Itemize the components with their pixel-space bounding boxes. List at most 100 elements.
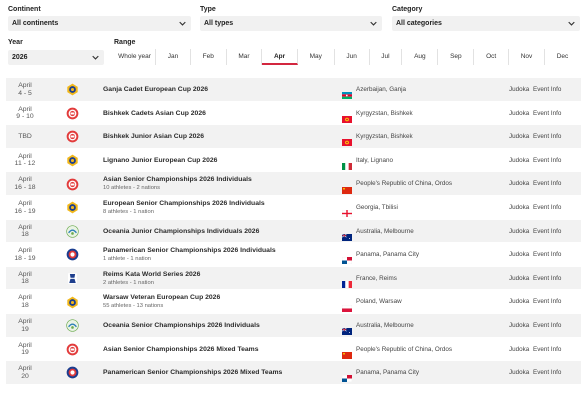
flag-cn-icon — [342, 181, 352, 194]
ejudo-icon — [66, 154, 79, 167]
judoka-link[interactable]: Judoka — [509, 172, 529, 196]
judoka-link[interactable]: Judoka — [509, 78, 529, 102]
asian-judo-icon — [66, 107, 79, 120]
oceania-judo-icon — [66, 319, 79, 332]
judoka-link[interactable]: Judoka — [509, 361, 529, 385]
judoka-link[interactable]: Judoka — [509, 125, 529, 149]
event-name[interactable]: Lignano Junior European Cup 2026 — [103, 149, 217, 173]
event-name[interactable]: Warsaw Veteran European Cup 2026 — [103, 294, 220, 301]
event-info-link[interactable]: Event Info — [533, 78, 561, 102]
flag-az-icon — [342, 86, 352, 100]
category-value: All categories — [396, 20, 442, 27]
event-location: Kyrgyzstan, Bishkek — [356, 133, 413, 141]
event-month: April — [18, 247, 32, 255]
event-days: 19 — [21, 325, 29, 333]
range-tab-sep[interactable]: Sep — [438, 49, 475, 65]
range-tab-mar[interactable]: Mar — [227, 49, 263, 65]
event-row[interactable]: April 9 - 10 Bishkek Cadets Asian Cup 2026… — [6, 102, 581, 126]
event-name[interactable]: Reims Kata World Series 2026 — [103, 271, 200, 278]
event-date: April 18 - 19 — [6, 247, 44, 262]
event-location: People's Republic of China, Ordos — [356, 180, 453, 188]
event-info-link[interactable]: Event Info — [533, 267, 561, 291]
ejudo-icon — [66, 296, 79, 309]
continent-value: All continents — [12, 20, 59, 27]
judoka-link[interactable]: Judoka — [509, 102, 529, 126]
range-tab-dec[interactable]: Dec — [545, 49, 580, 65]
asian-judo-icon — [66, 178, 79, 191]
range-label: Range — [114, 39, 136, 46]
flag-kg-icon — [342, 133, 352, 147]
event-date: April 18 — [6, 294, 44, 309]
event-row[interactable]: April 20 Panamerican Senior Championships … — [6, 361, 581, 385]
event-name[interactable]: Asian Senior Championships 2026 Individu… — [103, 176, 252, 183]
event-row[interactable]: April 16 - 18 10 athletes - 2 nations Asian… — [6, 172, 581, 196]
event-info-link[interactable]: Event Info — [533, 361, 561, 385]
event-month: April — [18, 270, 32, 278]
event-name[interactable]: Panamerican Senior Championships 2026 Mi… — [103, 361, 282, 385]
event-row[interactable]: TBD Bishkek Junior Asian Cup 2026 Kyrgyzst… — [6, 125, 581, 149]
category-select[interactable]: All categories — [392, 16, 580, 31]
event-name[interactable]: Oceania Senior Championships 2026 Indivi… — [103, 314, 260, 338]
continent-label: Continent — [8, 6, 41, 13]
event-date: April 4 - 5 — [6, 82, 44, 97]
event-name[interactable]: Ganja Cadet European Cup 2026 — [103, 78, 208, 102]
event-info-link[interactable]: Event Info — [533, 102, 561, 126]
type-select[interactable]: All types — [200, 16, 382, 31]
range-tab-jul[interactable]: Jul — [370, 49, 403, 65]
range-tab-nov[interactable]: Nov — [509, 49, 545, 65]
event-info-link[interactable]: Event Info — [533, 314, 561, 338]
judoka-link[interactable]: Judoka — [509, 243, 529, 267]
event-month: April — [18, 341, 32, 349]
flag-au-icon — [341, 322, 352, 336]
range-tab-may[interactable]: May — [298, 49, 335, 65]
judoka-link[interactable]: Judoka — [509, 267, 529, 291]
event-row[interactable]: April 18 2 athletes - 1 nation Reims Kata W… — [6, 266, 581, 291]
judoka-link[interactable]: Judoka — [509, 220, 529, 244]
event-month: April — [18, 294, 32, 302]
chevron-down-icon — [568, 16, 575, 31]
event-row[interactable]: April 19 Oceania Senior Championships 2026… — [6, 313, 581, 338]
judoka-link[interactable]: Judoka — [509, 149, 529, 173]
year-select[interactable]: 2026 — [8, 50, 104, 65]
event-info-link[interactable]: Event Info — [533, 125, 561, 149]
event-row[interactable]: April 11 - 12 Lignano Junior European Cup … — [6, 149, 581, 173]
event-date: April 18 — [6, 271, 44, 286]
event-info-link[interactable]: Event Info — [533, 172, 561, 196]
event-date: April 9 - 10 — [6, 106, 44, 121]
event-info-link[interactable]: Event Info — [533, 243, 561, 267]
event-name[interactable]: European Senior Championships 2026 Indiv… — [103, 200, 265, 207]
event-info-link[interactable]: Event Info — [533, 290, 561, 314]
event-row[interactable]: April 19 Asian Senior Championships 2026 M… — [6, 338, 581, 362]
range-tab-jan[interactable]: Jan — [156, 49, 191, 65]
judoka-link[interactable]: Judoka — [509, 338, 529, 362]
event-days: 18 — [21, 278, 29, 286]
judoka-link[interactable]: Judoka — [509, 314, 529, 338]
event-name[interactable]: Oceania Junior Championships Individuals… — [103, 220, 259, 244]
event-name[interactable]: Asian Senior Championships 2026 Mixed Te… — [103, 338, 259, 362]
flag-au-icon — [341, 228, 352, 241]
event-row[interactable]: April 4 - 5 Ganja Cadet European Cup 2026 A… — [6, 78, 581, 102]
event-info-link[interactable]: Event Info — [533, 149, 561, 173]
event-location: France, Reims — [356, 274, 397, 282]
event-info-link[interactable]: Event Info — [533, 220, 561, 244]
judoka-link[interactable]: Judoka — [509, 196, 529, 220]
event-location: Italy, Lignano — [356, 156, 393, 164]
month-range-tabs: Whole year Jan Feb Mar Apr May Jun Jul Aug Sep Oct… — [114, 49, 580, 65]
event-row[interactable]: April 18 55 athletes - 13 nations Warsaw Ve… — [6, 290, 581, 314]
event-name[interactable]: Bishkek Cadets Asian Cup 2026 — [103, 102, 206, 126]
range-tab-whole-year[interactable]: Whole year — [114, 49, 156, 65]
range-tab-oct[interactable]: Oct — [474, 49, 509, 65]
event-row[interactable]: April 16 - 19 8 athletes - 1 nation Europea… — [6, 196, 581, 220]
range-tab-aug[interactable]: Aug — [402, 49, 439, 65]
event-name[interactable]: Bishkek Junior Asian Cup 2026 — [103, 125, 204, 149]
range-tab-apr[interactable]: Apr — [262, 49, 298, 65]
event-row[interactable]: April 18 - 19 1 athlete - 1 nation Panameri… — [6, 243, 581, 267]
range-tab-jun[interactable]: Jun — [335, 49, 370, 65]
event-info-link[interactable]: Event Info — [533, 196, 561, 220]
range-tab-feb[interactable]: Feb — [191, 49, 227, 65]
continent-select[interactable]: All continents — [8, 16, 191, 31]
event-name[interactable]: Panamerican Senior Championships 2026 In… — [103, 247, 276, 254]
event-row[interactable]: April 18 Oceania Junior Championships Indi… — [6, 219, 581, 244]
judoka-link[interactable]: Judoka — [509, 290, 529, 314]
event-info-link[interactable]: Event Info — [533, 338, 561, 362]
